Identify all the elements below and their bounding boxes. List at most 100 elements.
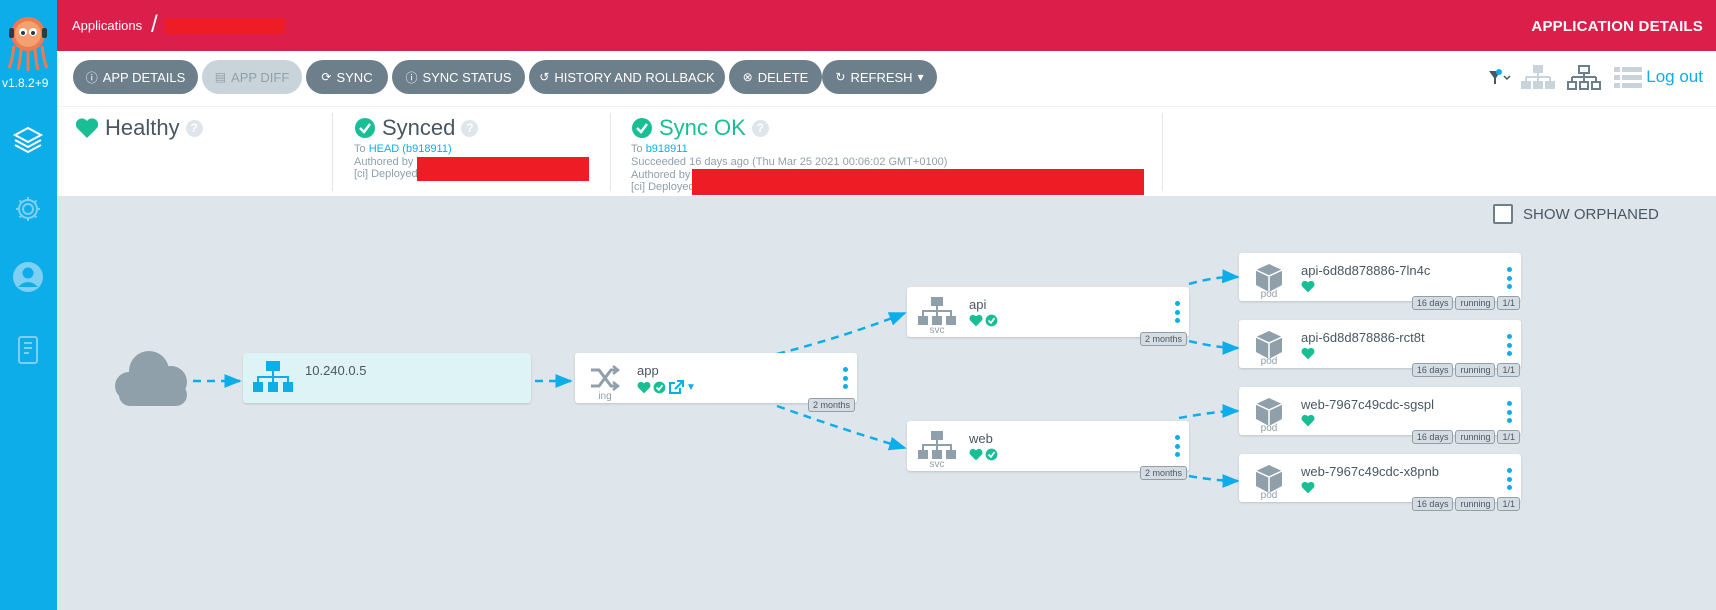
shuffle-icon	[585, 361, 625, 395]
version-label: v1.8.2+9	[2, 76, 49, 90]
ingress-node[interactable]: ing app ▼ 2 months	[575, 353, 857, 412]
check-circle-icon	[653, 381, 666, 393]
edge-api-pod2	[1188, 339, 1240, 355]
sync-icon: ⟳	[321, 70, 332, 84]
history-icon: ↺	[539, 70, 550, 84]
sync-authored-by: Authored by	[354, 156, 414, 168]
edge-web-pod4	[1188, 473, 1240, 488]
service-icon	[917, 295, 957, 329]
gear-icon[interactable]	[10, 191, 46, 227]
breadcrumb-applications[interactable]: Applications	[72, 18, 142, 33]
node-status	[1301, 347, 1315, 360]
check-circle-icon	[985, 448, 998, 461]
check-circle-icon	[985, 314, 998, 327]
sync-revision-link[interactable]: HEAD (b918911)	[369, 143, 452, 155]
close-circle-icon: ⊗	[742, 70, 753, 84]
list-view-icon[interactable]	[1613, 63, 1643, 93]
node-status	[969, 448, 998, 461]
pod-node[interactable]: pod api-6d8d878886-7ln4c 16 days running…	[1239, 253, 1521, 310]
check-circle-icon	[632, 118, 652, 138]
help-icon[interactable]: ?	[751, 119, 769, 137]
node-menu-button[interactable]	[841, 367, 849, 389]
service-node-api[interactable]: svc api 2 months	[907, 287, 1189, 346]
age-badge: 16 days	[1411, 430, 1454, 444]
operation-heading: Sync OK ?	[631, 115, 769, 141]
help-icon[interactable]: ?	[185, 119, 203, 137]
sync-label: SYNC	[336, 69, 373, 85]
pod-node[interactable]: pod web-7967c49cdc-sgspl 16 days running…	[1239, 387, 1521, 444]
service-node-web[interactable]: svc web 2 months	[907, 421, 1189, 480]
history-rollback-button[interactable]: ↺ HISTORY AND ROLLBACK	[529, 60, 725, 94]
ip-node[interactable]: 10.240.0.5	[243, 353, 531, 403]
node-menu-button[interactable]	[1505, 334, 1513, 356]
layers-icon[interactable]	[10, 122, 46, 158]
network-view-icon[interactable]	[1567, 63, 1601, 93]
check-circle-icon	[355, 118, 375, 138]
resource-graph: SHOW ORPHANED 10.240.0.5 ing app ▼ 2 mon…	[57, 196, 1716, 610]
edge-api-pod1	[1188, 269, 1240, 286]
operation-status: Sync OK ? To b918911 Succeeded 16 days a…	[631, 107, 1144, 195]
ready-badge: 1/1	[1497, 497, 1520, 511]
operation-revision-link[interactable]: b918911	[646, 143, 688, 155]
operation-status-label: Sync OK	[659, 115, 746, 140]
user-icon[interactable]	[10, 259, 46, 295]
app-details-label: APP DETAILS	[102, 69, 186, 85]
app-diff-button[interactable]: ▤ APP DIFF	[202, 60, 302, 94]
help-icon[interactable]: ?	[461, 119, 479, 137]
pod-badges: 16 days running 1/1	[1411, 430, 1520, 444]
refresh-icon: ↻	[835, 70, 846, 84]
node-status	[969, 314, 998, 327]
node-name: web-7967c49cdc-sgspl	[1301, 397, 1434, 412]
external-link-icon[interactable]	[668, 380, 684, 394]
age-badge: 16 days	[1411, 363, 1454, 377]
pod-node[interactable]: pod web-7967c49cdc-x8pnb 16 days running…	[1239, 454, 1521, 511]
health-status: Healthy ?	[75, 107, 315, 191]
sync-button[interactable]: ⟳ SYNC	[306, 60, 388, 94]
status-panel: Healthy ? Synced ? To HEAD (b918911) Aut…	[57, 106, 1716, 196]
node-kind: pod	[1260, 356, 1278, 367]
operation-authored-by: Authored by	[631, 169, 691, 181]
delete-button[interactable]: ⊗ DELETE	[729, 60, 822, 94]
heart-icon	[75, 118, 99, 138]
node-name: app	[637, 363, 659, 378]
delete-label: DELETE	[757, 69, 809, 85]
divider	[610, 113, 611, 191]
breadcrumb-separator: /	[151, 11, 158, 38]
sync-status: Synced ? To HEAD (b918911) Authored by […	[354, 107, 594, 191]
pod-node[interactable]: pod api-6d8d878886-rct8t 16 days running…	[1239, 320, 1521, 377]
caret-down-icon[interactable]: ▼	[686, 382, 696, 393]
edge-ingress-web	[776, 404, 907, 451]
node-name: api	[969, 297, 987, 312]
app-diff-label: APP DIFF	[231, 69, 290, 85]
node-status: ▼	[637, 380, 696, 394]
info-icon: ⓘ	[405, 70, 418, 85]
sync-status-label: SYNC STATUS	[422, 69, 512, 85]
node-menu-button[interactable]	[1173, 301, 1181, 323]
tree-view-icon[interactable]	[1521, 63, 1555, 93]
operation-deployed: [ci] Deployed	[631, 181, 695, 193]
logout-link[interactable]: Log out	[1646, 67, 1703, 87]
book-icon[interactable]	[10, 332, 46, 368]
node-menu-button[interactable]	[1505, 401, 1513, 423]
divider	[1162, 113, 1163, 191]
refresh-button[interactable]: ↻ REFRESH ▾	[822, 60, 937, 94]
age-badge: 16 days	[1411, 296, 1454, 310]
refresh-label: REFRESH	[850, 69, 913, 85]
node-menu-button[interactable]	[1173, 435, 1181, 457]
sync-status-label: Synced	[382, 115, 456, 140]
node-menu-button[interactable]	[1505, 267, 1513, 289]
node-name: web-7967c49cdc-x8pnb	[1301, 464, 1440, 479]
filter-dropdown[interactable]	[1487, 63, 1513, 93]
redacted-commit-info	[417, 157, 589, 181]
file-icon: ▤	[214, 70, 227, 84]
sync-status-button[interactable]: ⓘ SYNC STATUS	[392, 60, 525, 94]
node-menu-button[interactable]	[1505, 468, 1513, 490]
app-details-button[interactable]: ⓘ APP DETAILS	[73, 60, 198, 94]
service-icon	[917, 429, 957, 463]
argo-logo[interactable]	[5, 12, 51, 72]
node-kind: svc	[929, 325, 945, 336]
age-badge: 2 months	[1139, 332, 1187, 346]
operation-target: To b918911	[631, 143, 688, 155]
health-label: Healthy	[105, 115, 180, 140]
heart-icon	[637, 381, 651, 393]
